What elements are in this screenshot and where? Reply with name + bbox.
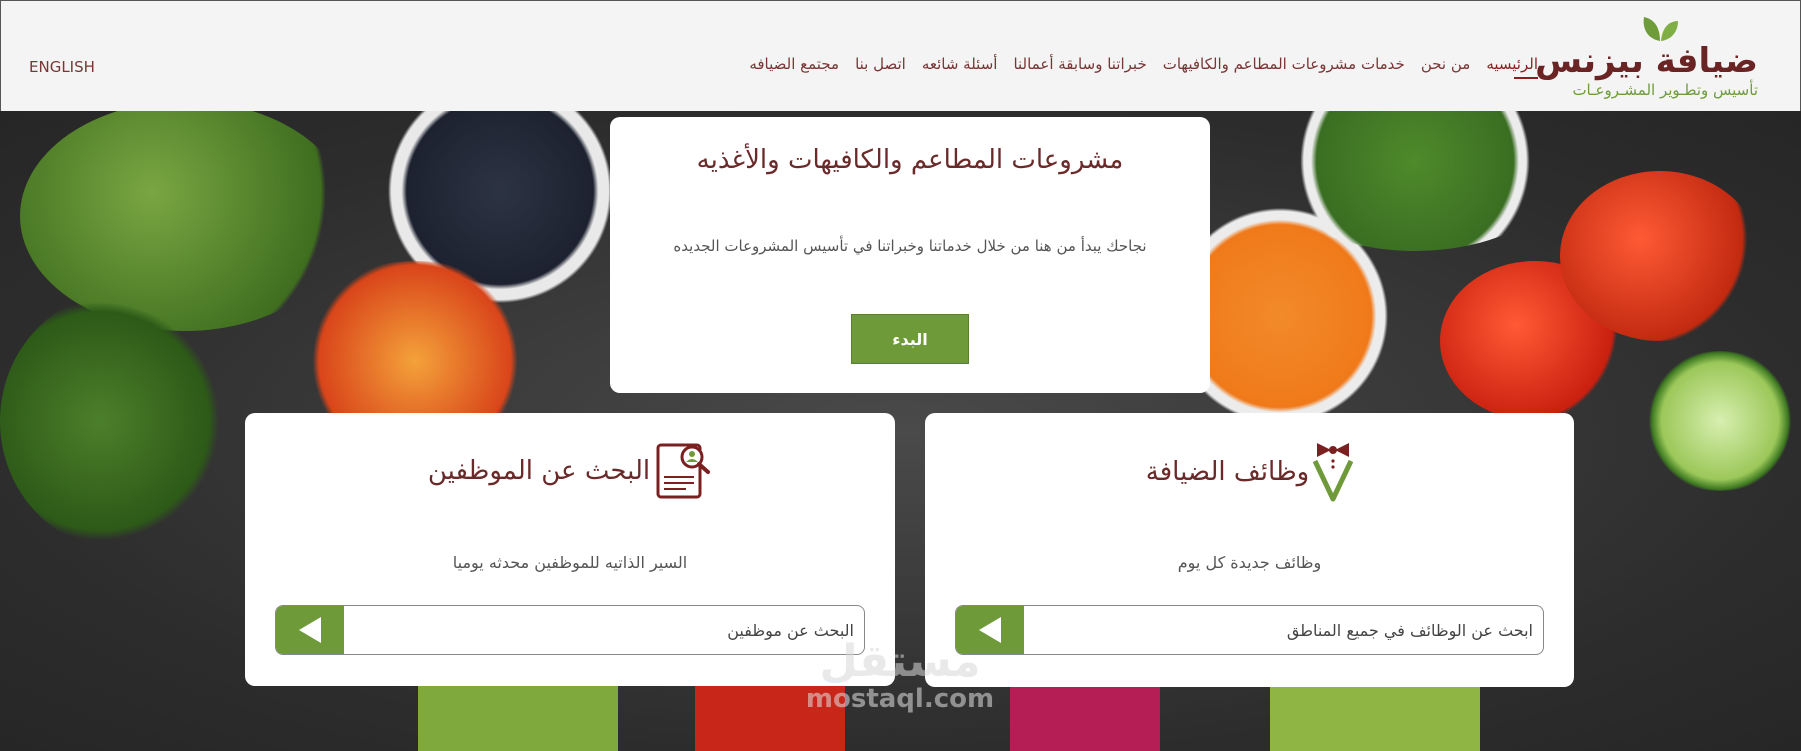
nav-community[interactable]: مجتمع الضيافه <box>749 55 839 73</box>
juice-bottle-image <box>418 681 618 751</box>
play-left-icon <box>299 617 321 643</box>
staff-search-button[interactable] <box>276 606 344 654</box>
arugula-leaves-image <box>0 291 250 551</box>
staff-subtitle: السير الذاتيه للموظفين محدثه يوميا <box>452 553 688 572</box>
bowtie-check-icon <box>1313 443 1354 502</box>
brand-tagline: تأسيس وتطـوير المشـروعـات <box>1572 81 1758 99</box>
jobs-title: وظائف الضيافة <box>1145 457 1310 487</box>
nav-faq[interactable]: أسئلة شائعه <box>922 55 998 73</box>
nav-home[interactable]: الرئيسيه <box>1486 55 1538 79</box>
leaf-logo-icon <box>1643 17 1678 41</box>
site-header: ضيافة بيزنس تأسيس وتطـوير المشـروعـات ال… <box>0 0 1801 111</box>
nav-services[interactable]: خدمات مشروعات المطاعم والكافيهات <box>1163 55 1405 73</box>
juice-bottle-image <box>1270 681 1480 751</box>
juice-bottle-image <box>1010 681 1160 751</box>
staff-title: البحث عن الموظفين <box>427 456 651 486</box>
jobs-subtitle: وظائف جديدة كل يوم <box>1177 553 1322 572</box>
jobs-card-header: وظائف الضيافة <box>925 441 1574 503</box>
nav-portfolio[interactable]: خبراتنا وسابقة أعمالنا <box>1013 55 1146 73</box>
cucumber-image <box>1640 351 1800 491</box>
hero-description: نجاحك يبدأ من هنا من خلال خدماتنا وخبرات… <box>673 237 1147 255</box>
mostaql-watermark: مستقل mostaql.com <box>795 640 1005 740</box>
staff-search-input[interactable] <box>344 606 864 654</box>
resume-search-icon <box>656 443 711 499</box>
tomato-image <box>1560 171 1760 341</box>
watermark-arabic: مستقل <box>819 636 981 687</box>
start-button[interactable]: البدء <box>851 314 969 364</box>
nav-about[interactable]: من نحن <box>1421 55 1471 73</box>
staff-search-bar <box>275 605 865 655</box>
jobs-search-input[interactable] <box>1024 606 1543 654</box>
watermark-latin: mostaql.com <box>805 684 995 714</box>
staff-card-header: البحث عن الموظفين <box>245 441 895 501</box>
main-nav: الرئيسيه من نحن خدمات مشروعات المطاعم وا… <box>25 55 1538 79</box>
brand-name: ضيافة بيزنس <box>1535 41 1758 81</box>
broccoli-image <box>20 111 350 331</box>
hero-card: مشروعات المطاعم والكافيهات والأغذيه نجاح… <box>610 117 1210 393</box>
nav-contact[interactable]: اتصل بنا <box>855 55 906 73</box>
language-switch[interactable]: ENGLISH <box>29 58 95 76</box>
hero-title: مشروعات المطاعم والكافيهات والأغذيه <box>696 145 1124 175</box>
jobs-card: وظائف الضيافة وظائف جديدة كل يوم <box>925 413 1574 687</box>
jobs-search-bar <box>955 605 1544 655</box>
brand-logo[interactable]: ضيافة بيزنس تأسيس وتطـوير المشـروعـات <box>1535 11 1758 101</box>
